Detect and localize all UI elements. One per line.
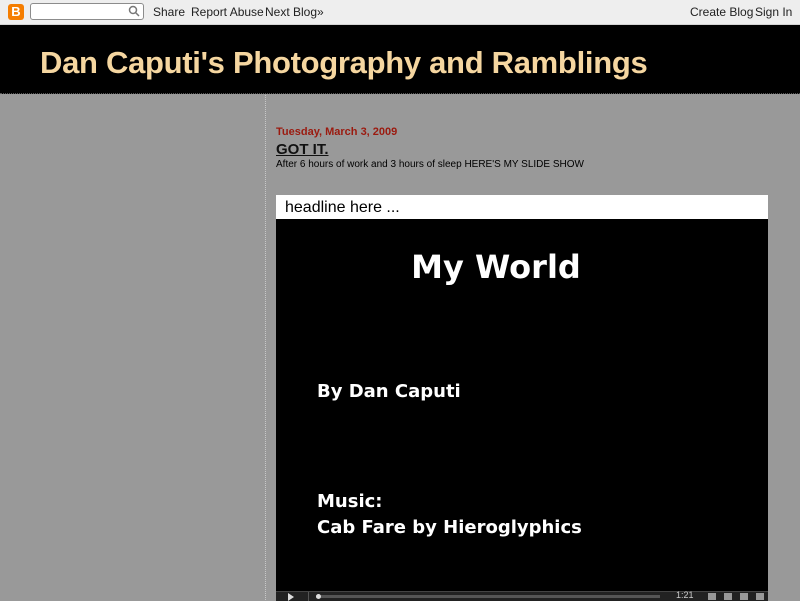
sidebar	[0, 95, 264, 600]
slide-title: My World	[411, 248, 581, 286]
seek-bar[interactable]	[316, 595, 660, 598]
slide-byline: By Dan Caputi	[317, 381, 461, 402]
slide-music-label: Music:	[317, 491, 383, 512]
slide-music-track: Cab Fare by Hieroglyphics	[317, 517, 582, 538]
sign-in-link[interactable]: Sign In	[755, 5, 792, 19]
blogger-navbar: B Share Report Abuse Next Blog» Create B…	[0, 0, 800, 25]
slideshow-player[interactable]: headline here ... My World By Dan Caputi…	[276, 195, 768, 601]
time-label: 1:21	[676, 590, 694, 600]
search-icon[interactable]	[128, 5, 140, 17]
blogger-logo-icon[interactable]: B	[8, 4, 24, 20]
slide-headline-bar: headline here ...	[276, 195, 768, 219]
seek-handle[interactable]	[316, 594, 321, 599]
blog-title[interactable]: Dan Caputi's Photography and Ramblings	[40, 45, 648, 81]
post-date: Tuesday, March 3, 2009	[276, 126, 398, 138]
search-input[interactable]	[30, 3, 144, 20]
slide-headline: headline here ...	[285, 199, 400, 216]
report-abuse-link[interactable]: Report Abuse	[191, 5, 264, 19]
column-divider	[265, 95, 267, 600]
grid-view-icon[interactable]	[708, 593, 716, 600]
fullscreen-icon[interactable]	[756, 593, 764, 600]
next-blog-link[interactable]: Next Blog»	[265, 5, 324, 19]
post-body: After 6 hours of work and 3 hours of sle…	[276, 159, 584, 170]
previous-icon[interactable]	[724, 593, 732, 600]
create-blog-link[interactable]: Create Blog	[690, 5, 753, 19]
post-title-link[interactable]: GOT IT.	[276, 141, 329, 159]
next-icon[interactable]	[740, 593, 748, 600]
share-link[interactable]: Share	[153, 5, 185, 19]
